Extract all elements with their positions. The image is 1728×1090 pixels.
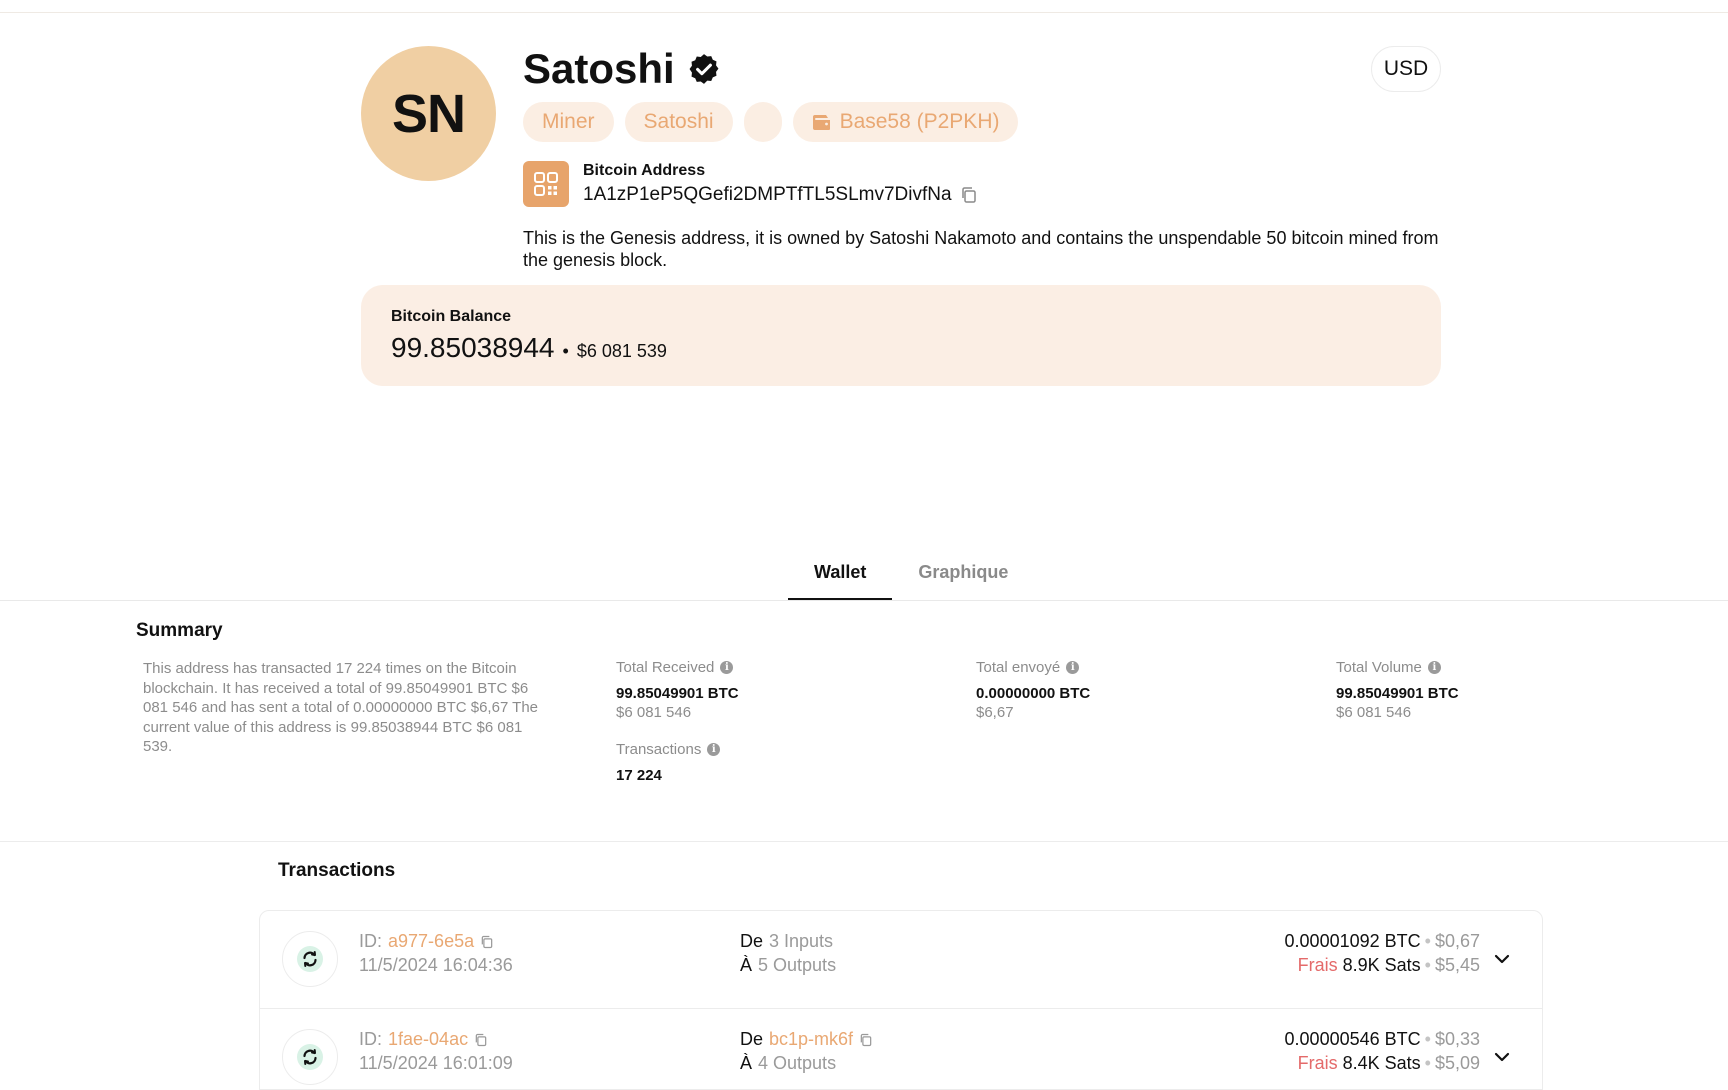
balance-separator: • [562,341,569,361]
stat-total-received: Total Received i 99.85049901 BTC $6 081 5… [616,659,739,721]
tab-wallet[interactable]: Wallet [788,554,893,600]
address-description: This is the Genesis address, it is owned… [523,228,1439,270]
chevron-down-icon[interactable] [1492,949,1512,969]
tab-graphique[interactable]: Graphique [892,554,1034,600]
transaction-id: ID: 1fae-04ac [359,1029,488,1050]
profile-tags: Miner Satoshi Base58 (P2PKH) [523,102,1019,142]
profile-name: Satoshi [523,45,675,92]
transaction-id-link[interactable]: a977-6e5a [388,931,474,952]
transaction-from: De 3 Inputs [740,931,834,951]
info-icon[interactable]: i [720,661,734,674]
transaction-type-icon [282,1029,338,1085]
transaction-outputs: 5 Outputs [758,955,837,975]
balance-row: 99.85038944 • $6 081 539 [391,332,667,364]
stat-total-sent: Total envoyé i 0.00000000 BTC $6,67 [976,659,1090,721]
transaction-id: ID: a977-6e5a [359,931,494,952]
balance-usd: $6 081 539 [576,341,667,361]
stat-total-sent-usd: $6,67 [976,704,1014,721]
tag-miner: Miner [523,102,614,142]
qr-code-button[interactable] [523,161,569,207]
transaction-fee: Frais 8.4K Sats • $5,09 [1297,1053,1480,1073]
balance-card: Bitcoin Balance 99.85038944 • $6 081 539 [361,285,1441,386]
top-divider [0,12,1728,13]
info-icon[interactable]: i [1066,661,1080,674]
stat-total-sent-label: Total envoyé [976,659,1061,676]
transaction-row[interactable]: ID: a977-6e5a 11/5/2024 16:04:36 De 3 In… [260,911,1542,1009]
transaction-date: 11/5/2024 16:01:09 [359,1053,513,1073]
address-label: Bitcoin Address [583,162,706,179]
stat-total-sent-value: 0.00000000 BTC [976,685,1091,702]
transactions-title: Transactions [278,860,396,881]
address-value: 1A1zP1eP5QGefi2DMPTfTL5SLmv7DivfNa [583,184,952,205]
address-row: 1A1zP1eP5QGefi2DMPTfTL5SLmv7DivfNa [583,184,978,206]
transaction-outputs: 4 Outputs [758,1053,837,1073]
tag-address-type-label: Base58 (P2PKH) [839,110,1000,133]
stat-total-volume-label: Total Volume [1336,659,1422,676]
avatar: SN [361,46,496,181]
tabs-divider [0,600,1728,601]
refresh-icon [303,951,317,967]
wallet-icon [812,115,830,130]
transaction-to: À 4 Outputs [740,1053,837,1073]
stat-transactions-label: Transactions [616,741,702,758]
transaction-to: À 5 Outputs [740,955,837,975]
transaction-type-icon [282,931,338,987]
copy-address-icon[interactable] [859,1033,873,1047]
stat-total-received-value: 99.85049901 BTC [616,685,739,702]
summary-text: This address has transacted 17 224 times… [143,660,539,755]
refresh-icon [303,1049,317,1065]
info-icon[interactable]: i [707,743,721,756]
transaction-from-address-link[interactable]: bc1p-mk6f [769,1029,853,1050]
verified-badge-icon [689,54,719,84]
transaction-id-link[interactable]: 1fae-04ac [388,1029,468,1050]
summary-title: Summary [136,620,223,641]
stat-total-volume-value: 99.85049901 BTC [1336,685,1459,702]
stat-transactions-value: 17 224 [616,767,662,784]
transaction-from: De bc1p-mk6f [740,1029,873,1050]
stat-total-volume: Total Volume i 99.85049901 BTC $6 081 546 [1336,659,1459,721]
transaction-fee: Frais 8.9K Sats • $5,45 [1297,955,1480,975]
profile-name-row: Satoshi [523,45,721,93]
stat-total-received-label: Total Received [616,659,715,676]
stat-total-volume-usd: $6 081 546 [1336,704,1412,721]
transaction-amount: 0.00000546 BTC • $0,33 [1284,1029,1480,1049]
transaction-amount: 0.00001092 BTC • $0,67 [1284,931,1480,951]
transaction-row[interactable]: ID: 1fae-04ac 11/5/2024 16:01:09 De bc1p… [260,1009,1542,1089]
info-icon[interactable]: i [1427,661,1441,674]
tag-satoshi: Satoshi [624,102,733,142]
transaction-inputs: 3 Inputs [769,931,834,951]
transaction-date: 11/5/2024 16:04:36 [359,955,513,975]
section-divider [0,841,1728,842]
qr-code-icon [534,172,558,196]
stat-total-received-usd: $6 081 546 [616,704,692,721]
copy-address-icon[interactable] [960,186,978,204]
copy-id-icon[interactable] [480,935,494,949]
transactions-list: ID: a977-6e5a 11/5/2024 16:04:36 De 3 In… [259,910,1543,1090]
tag-empty [743,102,782,142]
balance-btc: 99.85038944 [391,332,555,363]
view-tabs: Wallet Graphique [788,554,1034,600]
currency-selector-button[interactable]: USD [1371,46,1441,92]
stat-transactions: Transactions i 17 224 [616,741,721,784]
tag-address-type: Base58 (P2PKH) [792,102,1019,142]
chevron-down-icon[interactable] [1492,1047,1512,1067]
copy-id-icon[interactable] [474,1033,488,1047]
balance-label: Bitcoin Balance [391,308,512,325]
